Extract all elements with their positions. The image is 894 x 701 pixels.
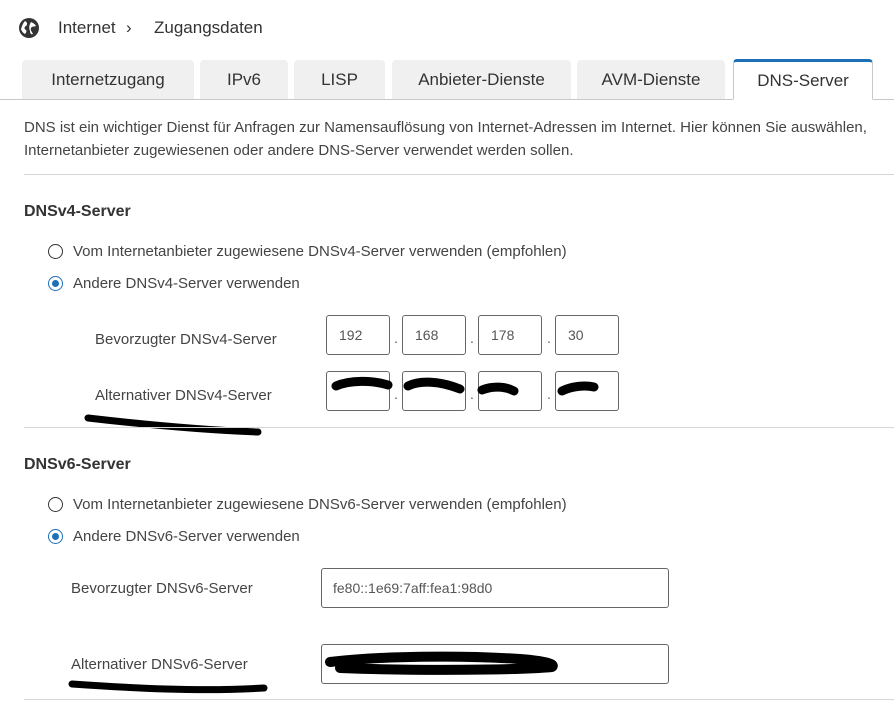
section-divider bbox=[24, 427, 894, 428]
dnsv6-other-option[interactable]: Andere DNSv6-Server verwenden bbox=[48, 528, 300, 545]
intro-text: DNS ist ein wichtiger Dienst für Anfrage… bbox=[24, 116, 894, 162]
dnsv6-preferred-label: Bevorzugter DNSv6-Server bbox=[71, 580, 253, 597]
dnsv4-provider-label: Vom Internetanbieter zugewiesene DNSv4-S… bbox=[73, 243, 567, 260]
octet-separator: . bbox=[394, 386, 398, 402]
octet-separator: . bbox=[470, 330, 474, 346]
dnsv6-provider-label: Vom Internetanbieter zugewiesene DNSv6-S… bbox=[73, 496, 567, 513]
dnsv6-section-title: DNSv6-Server bbox=[24, 456, 131, 473]
dnsv4-alternative-octet-1[interactable] bbox=[326, 371, 390, 411]
dnsv6-other-label: Andere DNSv6-Server verwenden bbox=[73, 528, 300, 545]
octet-separator: . bbox=[394, 330, 398, 346]
section-divider bbox=[24, 174, 894, 175]
dnsv4-alternative-octet-3[interactable] bbox=[478, 371, 542, 411]
dnsv4-alternative-octet-2[interactable] bbox=[402, 371, 466, 411]
dnsv6-provider-option[interactable]: Vom Internetanbieter zugewiesene DNSv6-S… bbox=[48, 496, 567, 513]
globe-icon bbox=[18, 17, 40, 39]
dnsv4-provider-option[interactable]: Vom Internetanbieter zugewiesene DNSv4-S… bbox=[48, 243, 567, 260]
dnsv4-alternative-octet-4[interactable] bbox=[555, 371, 619, 411]
octet-separator: . bbox=[547, 386, 551, 402]
tab-dns-server[interactable]: DNS-Server bbox=[733, 59, 873, 100]
dnsv4-alternative-label: Alternativer DNSv4-Server bbox=[95, 387, 272, 404]
dnsv4-section-title: DNSv4-Server bbox=[24, 203, 131, 220]
intro-line-1: DNS ist ein wichtiger Dienst für Anfrage… bbox=[24, 119, 867, 136]
dnsv4-other-option[interactable]: Andere DNSv4-Server verwenden bbox=[48, 275, 300, 292]
breadcrumb-current: Zugangsdaten bbox=[154, 18, 263, 37]
breadcrumb-separator: › bbox=[126, 18, 132, 37]
dnsv4-preferred-octet-3[interactable] bbox=[478, 315, 542, 355]
intro-line-2: Internetanbieter zugewiesenen oder ander… bbox=[24, 142, 574, 159]
dnsv4-other-radio[interactable] bbox=[48, 276, 63, 291]
dnsv6-alternative-label: Alternativer DNSv6-Server bbox=[71, 656, 248, 673]
section-divider bbox=[24, 699, 894, 700]
tab-internetzugang[interactable]: Internetzugang bbox=[22, 60, 194, 99]
octet-separator: . bbox=[547, 330, 551, 346]
octet-separator: . bbox=[470, 386, 474, 402]
dnsv4-other-label: Andere DNSv4-Server verwenden bbox=[73, 275, 300, 292]
dnsv6-alternative-input[interactable] bbox=[321, 644, 669, 684]
tab-anbieter-dienste[interactable]: Anbieter-Dienste bbox=[392, 60, 571, 99]
dnsv4-preferred-octet-4[interactable] bbox=[555, 315, 619, 355]
tab-lisp[interactable]: LISP bbox=[294, 60, 385, 99]
dnsv6-other-radio[interactable] bbox=[48, 529, 63, 544]
dnsv4-preferred-octet-2[interactable] bbox=[402, 315, 466, 355]
dnsv6-provider-radio[interactable] bbox=[48, 497, 63, 512]
breadcrumb-root[interactable]: Internet bbox=[58, 17, 116, 39]
dnsv4-preferred-octet-1[interactable] bbox=[326, 315, 390, 355]
dnsv6-preferred-input[interactable] bbox=[321, 568, 669, 608]
tab-ipv6[interactable]: IPv6 bbox=[200, 60, 288, 99]
tab-avm-dienste[interactable]: AVM-Dienste bbox=[577, 60, 725, 99]
dnsv4-provider-radio[interactable] bbox=[48, 244, 63, 259]
dnsv4-preferred-label: Bevorzugter DNSv4-Server bbox=[95, 331, 277, 348]
